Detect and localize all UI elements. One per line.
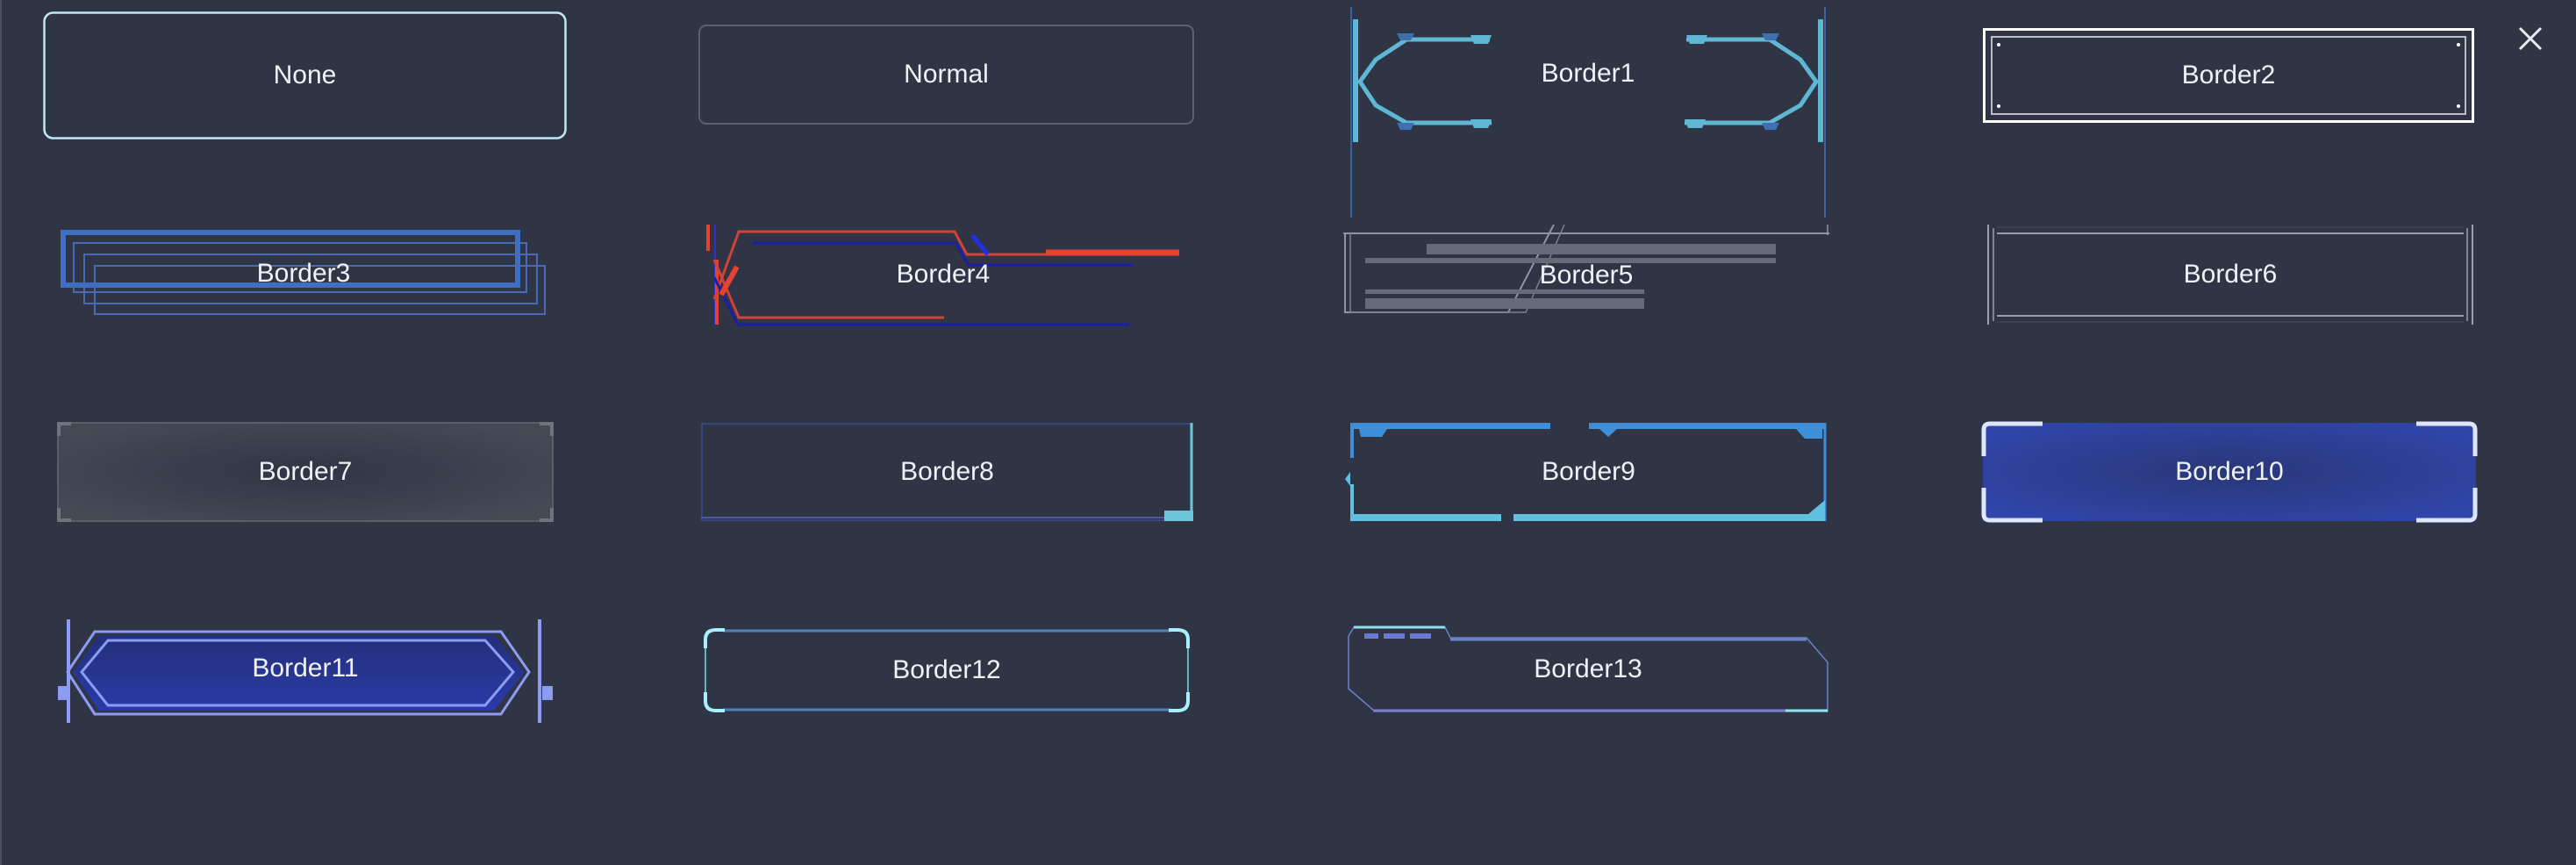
- border-option-border2[interactable]: Border2: [1983, 28, 2474, 123]
- border-option-border4[interactable]: Border4: [705, 225, 1181, 326]
- border-option-border8[interactable]: Border8: [701, 423, 1193, 521]
- border-label: Border7: [258, 457, 353, 486]
- border1-frame: [1350, 7, 1826, 218]
- border-option-border3[interactable]: Border3: [61, 230, 547, 316]
- border-label: Border6: [2183, 260, 2278, 289]
- border-option-border6[interactable]: Border6: [1986, 225, 2474, 325]
- border-label: Border1: [1541, 59, 1635, 88]
- border-label: Border9: [1542, 457, 1635, 486]
- border-option-border10[interactable]: Border10: [1981, 421, 2478, 523]
- close-button[interactable]: [2515, 23, 2546, 54]
- border-label: Border11: [252, 654, 359, 683]
- border-option-border7[interactable]: Border7: [57, 422, 554, 522]
- border-option-border9[interactable]: Border9: [1343, 423, 1834, 521]
- border-option-border12[interactable]: Border12: [704, 627, 1190, 713]
- border-label: Border2: [2181, 61, 2276, 89]
- border-label: Normal: [904, 60, 989, 89]
- close-icon: [2518, 26, 2543, 51]
- border-label: None: [273, 61, 337, 89]
- border-label: Border10: [2175, 457, 2284, 486]
- border-option-border1[interactable]: Border1: [1349, 7, 1827, 218]
- border-label: Border3: [256, 259, 351, 288]
- border-label: Border4: [896, 260, 991, 289]
- border-option-normal[interactable]: Normal: [698, 25, 1194, 125]
- border-option-none[interactable]: None: [43, 11, 567, 139]
- border-label: Border12: [892, 655, 1001, 684]
- border-option-border11[interactable]: Border11: [55, 619, 555, 723]
- border-label: Border13: [1534, 654, 1642, 683]
- border-label: Border8: [900, 457, 994, 486]
- left-edge-divider: [0, 0, 2, 865]
- border-option-border13[interactable]: Border13: [1347, 626, 1829, 713]
- border-option-border5[interactable]: Border5: [1343, 224, 1829, 314]
- border-label: Border5: [1539, 261, 1634, 290]
